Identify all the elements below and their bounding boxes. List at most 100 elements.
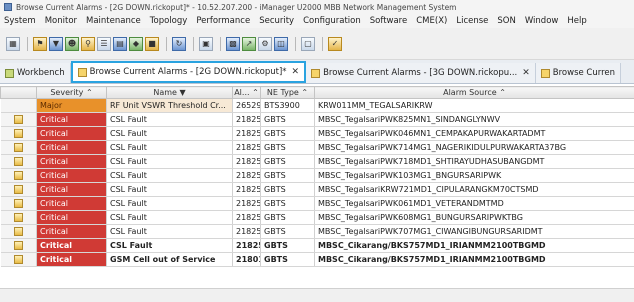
menu-security[interactable]: Security	[259, 16, 294, 26]
ne-type-cell: GBTS	[260, 112, 315, 127]
table-row[interactable]: Critical CSL Fault 21825 GBTS MBSC_Tegalsari…	[0, 126, 634, 141]
acknowledge-icon[interactable]	[13, 213, 23, 222]
menu-window[interactable]: Window	[525, 16, 559, 26]
tab-workbench[interactable]: Workbench	[0, 63, 71, 83]
monitor-icon[interactable]: ▩	[226, 36, 240, 51]
tab-bar: Workbench Browse Current Alarms - [2G DO…	[0, 60, 634, 84]
alarm-icon[interactable]: ⚑	[33, 36, 47, 51]
refresh-icon[interactable]: ↻	[172, 36, 186, 51]
topology-icon[interactable]: ◆	[129, 36, 143, 51]
ack-cell	[0, 238, 37, 253]
column-header-ne-type[interactable]: NE Type ⌃	[260, 86, 315, 99]
alarm-name-cell: CSL Fault	[106, 140, 233, 155]
export-icon[interactable]: ↗	[242, 36, 256, 51]
table-row[interactable]: CriticalCSL Fault21825GBTSMBSC_Cikarang/…	[0, 238, 634, 253]
ne-type-cell: GBTS	[260, 196, 315, 211]
table-row[interactable]: Major RF Unit VSWR Threshold Cr... 26529 BT…	[0, 98, 634, 113]
chart-icon[interactable]: ▤	[113, 36, 127, 51]
alarm-id-cell: 21825	[232, 112, 261, 127]
severity-cell: Critical	[36, 238, 107, 253]
table-row[interactable]: Critical CSL Fault 21825 GBTS MBSC_Tegalsari…	[0, 210, 634, 225]
acknowledge-icon[interactable]	[13, 199, 23, 208]
ack-cell	[0, 140, 37, 155]
acknowledge-icon[interactable]	[13, 157, 23, 166]
alarm-name-cell: CSL Fault	[106, 154, 233, 169]
ne-type-cell: GBTS	[260, 182, 315, 197]
alarm-id-cell: 21801	[232, 252, 261, 267]
status-bar	[0, 288, 634, 302]
acknowledge-icon[interactable]	[13, 115, 23, 124]
acknowledge-icon[interactable]	[13, 227, 23, 236]
menu-configuration[interactable]: Configuration	[303, 16, 361, 26]
severity-cell: Critical	[36, 112, 107, 127]
acknowledge-icon[interactable]	[13, 185, 23, 194]
tab-label: Browse Current Alarms - [2G DOWN.rickopu…	[89, 67, 287, 77]
alarm-name-cell: CSL Fault	[106, 196, 233, 211]
acknowledge-icon[interactable]	[13, 143, 23, 152]
table-row[interactable]: Critical CSL Fault 21825 GBTS MBSC_Tegalsari…	[0, 154, 634, 169]
severity-cell: Critical	[36, 168, 107, 183]
menu-software[interactable]: Software	[370, 16, 407, 26]
close-icon[interactable]: ✕	[292, 67, 300, 77]
network-icon[interactable]: ▣	[199, 36, 213, 51]
tab-browse-alarms-3g[interactable]: Browse Current Alarms - [3G DOWN.rickopu…	[306, 63, 536, 83]
lock-icon[interactable]: ■	[145, 36, 159, 51]
menu-maintenance[interactable]: Maintenance	[86, 16, 141, 26]
grid-icon[interactable]: ▦	[6, 36, 20, 51]
menu-system[interactable]: System	[4, 16, 36, 26]
alarm-table-icon	[540, 68, 550, 78]
menu-topology[interactable]: Topology	[150, 16, 188, 26]
ack-cell	[0, 210, 37, 225]
acknowledge-icon[interactable]	[13, 171, 23, 180]
toolbar-separator	[220, 36, 221, 51]
alarm-id-cell: 21825	[232, 210, 261, 225]
user-icon[interactable]: ☻	[65, 36, 79, 51]
table-row[interactable]: Critical CSL Fault 21825 GBTS MBSC_Tegalsari…	[0, 168, 634, 183]
menu-performance[interactable]: Performance	[196, 16, 250, 26]
menu-monitor[interactable]: Monitor	[45, 16, 77, 26]
filter-icon[interactable]: ▼	[49, 36, 63, 51]
menu-cme[interactable]: CME(X)	[416, 16, 447, 26]
column-header-ack[interactable]	[0, 86, 37, 99]
alarm-source-cell: MBSC_Cikarang/BKS757MD1_IRIANMM2100TBGMD	[314, 238, 634, 253]
menu-son[interactable]: SON	[497, 16, 515, 26]
acknowledge-icon[interactable]	[13, 129, 23, 138]
menu-license[interactable]: License	[456, 16, 488, 26]
tab-browse-alarms-more[interactable]: Browse Curren	[535, 63, 622, 83]
alarm-name-cell: CSL Fault	[106, 112, 233, 127]
table-row[interactable]: CriticalGSM Cell out of Service21801GBTS…	[0, 252, 634, 267]
acknowledge-icon[interactable]	[13, 241, 23, 250]
column-header-name[interactable]: Name ▼	[106, 86, 233, 99]
severity-cell: Critical	[36, 182, 107, 197]
table-header-row: Severity ⌃ Name ▼ Al... ⌃ NE Type ⌃ Alar…	[0, 86, 634, 99]
alarm-id-cell: 21825	[232, 196, 261, 211]
close-icon[interactable]: ✕	[522, 68, 530, 78]
table-row[interactable]: Critical CSL Fault 21825 GBTS MBSC_Tegalsari…	[0, 224, 634, 239]
severity-cell: Major	[36, 98, 107, 113]
menu-help[interactable]: Help	[567, 16, 586, 26]
search-icon[interactable]: ⚲	[81, 36, 95, 51]
alarm-table-icon	[77, 67, 87, 77]
table-row[interactable]: Critical CSL Fault 21825 GBTS MBSC_Tegalsari…	[0, 140, 634, 155]
table-row[interactable]: Critical CSL Fault 21825 GBTS MBSC_Tegalsari…	[0, 196, 634, 211]
column-header-alarm-id[interactable]: Al... ⌃	[232, 86, 261, 99]
pin-icon[interactable]: ✓	[328, 36, 342, 51]
ne-type-cell: GBTS	[260, 154, 315, 169]
alarm-source-cell: MBSC_TegalsariPWK608MG1_BUNGURSARIPWKTBG	[314, 210, 634, 225]
column-header-label: Name	[153, 88, 177, 97]
list-icon[interactable]: ☰	[97, 36, 111, 51]
settings-icon[interactable]: ⚙	[258, 36, 272, 51]
alarm-name-cell: GSM Cell out of Service	[106, 252, 233, 267]
network-view-icon[interactable]: ▢	[301, 36, 315, 51]
column-header-alarm-source[interactable]: Alarm Source ⌃	[314, 86, 634, 99]
table-row[interactable]: Critical CSL Fault 21825 GBTS MBSC_Tegalsari…	[0, 182, 634, 197]
tab-browse-alarms-2g[interactable]: Browse Current Alarms - [2G DOWN.rickopu…	[70, 61, 307, 83]
alarm-id-cell: 26529	[232, 98, 261, 113]
tile-icon[interactable]: ◫	[274, 36, 288, 51]
alarm-source-cell: MBSC_TegalsariPWK718MD1_SHTIRAYUDHASUBAN…	[314, 154, 634, 169]
table-row[interactable]: Critical CSL Fault 21825 GBTS MBSC_Tegalsari…	[0, 112, 634, 127]
alarm-name-cell: CSL Fault	[106, 210, 233, 225]
acknowledge-icon[interactable]	[13, 255, 23, 264]
severity-cell: Critical	[36, 154, 107, 169]
column-header-severity[interactable]: Severity ⌃	[36, 86, 107, 99]
